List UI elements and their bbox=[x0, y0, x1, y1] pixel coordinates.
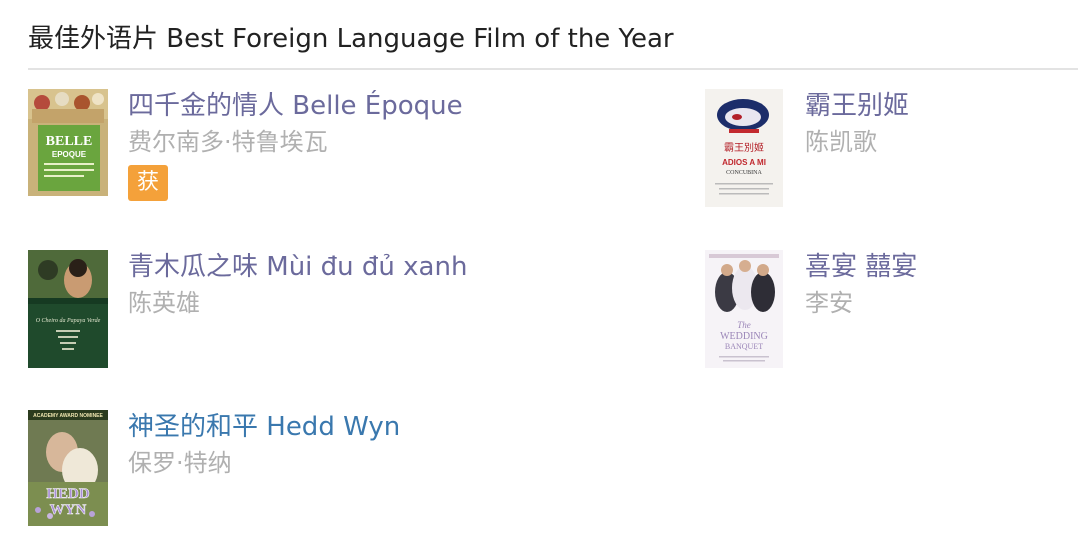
poster-wedding-banquet[interactable]: The WEDDING BANQUET bbox=[705, 250, 783, 368]
director-name[interactable]: 费尔南多·特鲁埃瓦 bbox=[128, 127, 328, 157]
director-name[interactable]: 陈凯歌 bbox=[805, 127, 877, 157]
poster-farewell-my-concubine[interactable]: 霸王別姬 ADIOS A MI CONCUBINA bbox=[705, 89, 783, 207]
film-title[interactable]: 神圣的和平 Hedd Wyn bbox=[128, 410, 400, 444]
poster-text: WYN bbox=[50, 502, 87, 518]
film-title[interactable]: 四千金的情人 Belle Époque bbox=[128, 89, 463, 123]
poster-mui-du-du-xanh[interactable]: O Cheiro da Papaya Verde bbox=[28, 250, 108, 368]
poster-text: 霸王別姬 bbox=[724, 141, 764, 154]
film-title[interactable]: 青木瓜之味 Mùi đu đủ xanh bbox=[128, 250, 467, 284]
poster-text: BELLE bbox=[46, 134, 93, 149]
poster-text: The bbox=[737, 320, 751, 330]
poster-text: CONCUBINA bbox=[726, 170, 762, 176]
director-name[interactable]: 李安 bbox=[805, 288, 853, 318]
poster-text: ADIOS A MI bbox=[722, 158, 766, 167]
director-name[interactable]: 保罗·特纳 bbox=[128, 448, 232, 478]
poster-belle-epoque[interactable]: BELLE EPOQUE bbox=[28, 89, 108, 196]
poster-text: BANQUET bbox=[725, 342, 763, 351]
poster-text: O Cheiro da Papaya Verde bbox=[36, 318, 101, 324]
divider bbox=[28, 68, 1078, 70]
director-name[interactable]: 陈英雄 bbox=[128, 288, 200, 318]
poster-hedd-wyn[interactable]: ACADEMY AWARD NOMINEE HEDD WYN bbox=[28, 410, 108, 526]
winner-badge: 获奖 bbox=[128, 165, 169, 231]
film-title[interactable]: 喜宴 囍宴 bbox=[805, 250, 917, 284]
poster-text: ACADEMY AWARD NOMINEE bbox=[33, 413, 103, 419]
film-title[interactable]: 霸王别姬 bbox=[805, 89, 909, 123]
poster-text: EPOQUE bbox=[52, 150, 87, 159]
section-title: 最佳外语片 Best Foreign Language Film of the … bbox=[28, 24, 674, 54]
poster-text: WEDDING bbox=[720, 331, 768, 342]
poster-text: HEDD bbox=[46, 486, 90, 502]
